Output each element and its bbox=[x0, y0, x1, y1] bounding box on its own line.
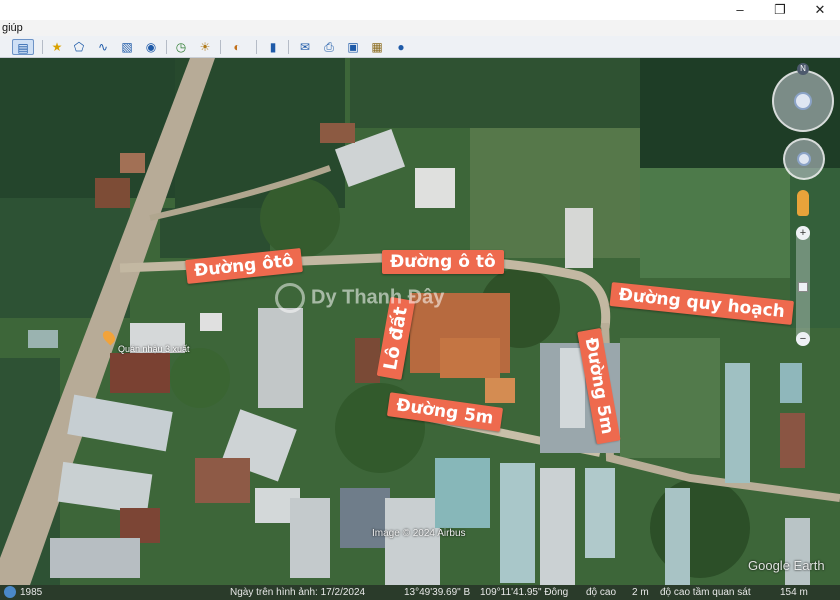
email-icon[interactable]: ✉ bbox=[296, 39, 314, 55]
sidebar-toggle-icon[interactable]: ▤ bbox=[12, 39, 34, 55]
earth-gallery-icon[interactable]: ● bbox=[392, 39, 410, 55]
imagery-year: 1985 bbox=[20, 587, 43, 598]
imagery-date: Ngày trên hình ảnh: 17/2/2024 bbox=[230, 587, 366, 598]
print-icon[interactable]: ⎙ bbox=[320, 39, 338, 55]
toolbar-separator bbox=[220, 40, 221, 54]
status-bar: 1985 Ngày trên hình ảnh: 17/2/2024 13°49… bbox=[0, 585, 840, 600]
watermark: Dy Thanh Đây bbox=[275, 283, 444, 313]
imagery-copyright: Image © 2024 Airbus bbox=[372, 528, 466, 539]
zoom-out-button[interactable]: − bbox=[796, 332, 810, 346]
move-joystick[interactable] bbox=[783, 138, 825, 180]
zoom-thumb[interactable] bbox=[798, 282, 808, 292]
menu-bar: giúp bbox=[0, 20, 840, 36]
place-name[interactable]: Quán nhậu 3 xuất bbox=[118, 344, 190, 354]
toolbar-separator bbox=[42, 40, 43, 54]
eye-icon bbox=[794, 92, 812, 110]
look-joystick[interactable] bbox=[772, 70, 834, 132]
historical-imagery-icon[interactable]: ◷ bbox=[172, 39, 190, 55]
toolbar-separator bbox=[288, 40, 289, 54]
latitude: 13°49'39.69" B bbox=[404, 587, 471, 598]
path-icon[interactable]: ∿ bbox=[94, 39, 112, 55]
street-view-pegman-icon[interactable] bbox=[797, 190, 809, 216]
toolbar-separator bbox=[256, 40, 257, 54]
zoom-slider[interactable]: + − bbox=[796, 226, 810, 346]
planets-icon[interactable]: ◐ bbox=[228, 39, 246, 55]
tour-icon[interactable]: ◉ bbox=[142, 39, 160, 55]
placemark-icon[interactable]: ★ bbox=[48, 39, 66, 55]
label-road-car-2: Đường ô tô bbox=[382, 250, 504, 274]
watermark-logo-icon bbox=[275, 283, 305, 313]
elevation-value: 2 m bbox=[632, 587, 649, 598]
north-indicator-icon[interactable]: N bbox=[797, 63, 809, 75]
polygon-icon[interactable]: ⬠ bbox=[70, 39, 88, 55]
historical-imagery-icon[interactable] bbox=[4, 586, 16, 598]
google-earth-logo: Google Earth bbox=[748, 558, 825, 573]
map-view[interactable]: Đường ôtô Đường ô tô Đường quy hoạch Lô … bbox=[0, 58, 840, 585]
zoom-in-button[interactable]: + bbox=[796, 226, 810, 240]
sunlight-icon[interactable]: ☀ bbox=[196, 39, 214, 55]
elevation-label: độ cao bbox=[586, 587, 617, 598]
toolbar-separator bbox=[166, 40, 167, 54]
close-button[interactable]: ✕ bbox=[800, 0, 840, 20]
maximize-button[interactable]: ❐ bbox=[760, 0, 800, 20]
title-bar: – ❐ ✕ bbox=[0, 0, 840, 20]
longitude: 109°11'41.95" Đông bbox=[480, 587, 569, 598]
eye-altitude-value: 154 m bbox=[780, 587, 808, 598]
hand-icon bbox=[797, 152, 811, 166]
menu-help[interactable]: giúp bbox=[2, 22, 23, 34]
image-overlay-icon[interactable]: ▧ bbox=[118, 39, 136, 55]
maps-icon[interactable]: ▦ bbox=[368, 39, 386, 55]
satellite-imagery bbox=[0, 58, 840, 585]
ruler-icon[interactable]: ▮ bbox=[264, 39, 282, 55]
save-image-icon[interactable]: ▣ bbox=[344, 39, 362, 55]
minimize-button[interactable]: – bbox=[720, 0, 760, 20]
eye-altitude-label: độ cao tầm quan sát bbox=[660, 587, 751, 598]
toolbar: ▤ ★ ⬠ ∿ ▧ ◉ ◷ ☀ ◐ ▮ ✉ ⎙ ▣ ▦ ● bbox=[0, 36, 840, 58]
